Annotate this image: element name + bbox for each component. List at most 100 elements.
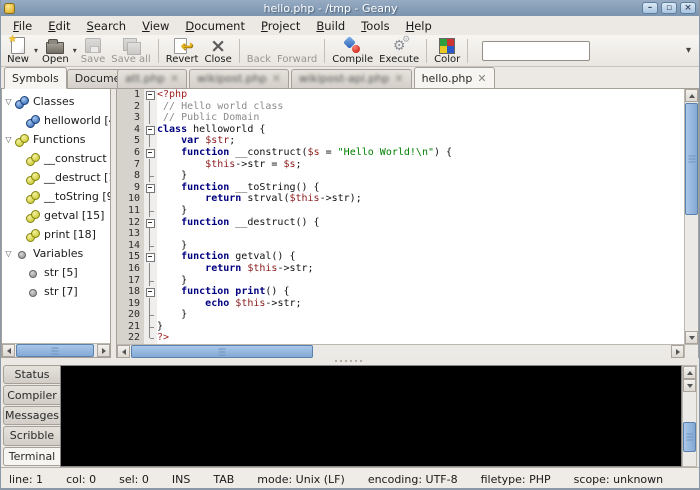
scroll-left-icon[interactable]: [117, 345, 130, 358]
tree-item-label: str [5]: [44, 266, 78, 279]
code-token: function: [181, 251, 229, 262]
bottom-panel-splitter[interactable]: [1, 358, 699, 364]
tree-item-label: Variables: [33, 247, 83, 260]
tree-item-variables[interactable]: ▽ Variables: [2, 244, 110, 263]
code-token: $this: [205, 159, 235, 170]
tab-status[interactable]: Status: [3, 365, 60, 384]
menu-project[interactable]: Project: [254, 17, 307, 35]
close-button[interactable]: Close: [201, 36, 234, 66]
scroll-left-icon[interactable]: [2, 344, 15, 357]
toolbar-separator: [426, 39, 427, 63]
revert-button[interactable]: Revert: [163, 36, 202, 66]
fold-collapse-icon[interactable]: [144, 147, 157, 159]
scroll-right-icon[interactable]: [671, 345, 684, 358]
menu-help[interactable]: Help: [399, 17, 439, 35]
code-token: __construct(: [229, 147, 307, 158]
compile-button[interactable]: Compile: [329, 36, 376, 66]
scroll-up-icon[interactable]: [683, 366, 696, 379]
code-token: class: [157, 124, 187, 135]
terminal-vertical-scrollbar[interactable]: [682, 365, 697, 467]
tab-wikipost-php[interactable]: wikipost.php✕: [189, 69, 289, 88]
tab-close-icon[interactable]: ✕: [170, 74, 179, 83]
terminal-output[interactable]: [60, 365, 682, 467]
open-button[interactable]: Open: [39, 36, 72, 66]
code-token: print: [235, 286, 265, 297]
code-token: $this: [289, 193, 319, 204]
scroll-down-icon[interactable]: [683, 379, 696, 392]
tab-wikipost-api-php[interactable]: wikipost-api.php✕: [291, 69, 412, 88]
tab-compiler[interactable]: Compiler: [3, 385, 60, 404]
tree-expander-icon[interactable]: ▽: [2, 97, 15, 106]
editor-vertical-scrollbar[interactable]: [684, 89, 698, 344]
tree-item-getval-15-[interactable]: getval [15]: [2, 206, 110, 225]
fold-collapse-icon[interactable]: [144, 124, 157, 136]
fold-collapse-icon[interactable]: [144, 217, 157, 229]
editor-horizontal-scrollbar[interactable]: [117, 344, 684, 358]
tree-item-print-18-[interactable]: print [18]: [2, 225, 110, 244]
menu-edit[interactable]: Edit: [41, 17, 77, 35]
close-button[interactable]: ×: [680, 2, 696, 14]
tree-item-str-7-[interactable]: str [7]: [2, 282, 110, 301]
menu-search[interactable]: Search: [80, 17, 134, 35]
toolbar-button-label: Save: [81, 55, 106, 65]
toolbar-search-input[interactable]: [482, 41, 590, 61]
scrollbar-thumb[interactable]: [683, 422, 696, 452]
scroll-down-icon[interactable]: [685, 331, 698, 344]
toolbar-overflow-icon[interactable]: ▾: [686, 45, 691, 56]
scrollbar-thumb[interactable]: [16, 344, 94, 357]
fold-line: [144, 135, 157, 147]
tab-messages[interactable]: Messages: [3, 406, 60, 425]
tree-item--construct-6-[interactable]: __construct [6]: [2, 149, 110, 168]
close-file-icon: [208, 37, 228, 55]
main-area: ▽Classeshelloworld [4]▽Functions__constr…: [1, 89, 699, 358]
titlebar[interactable]: hello.php - /tmp - Geany –▫×: [1, 0, 699, 16]
tab-close-icon[interactable]: ✕: [272, 74, 281, 83]
tree-item--tostring-9-[interactable]: __toString [9]: [2, 187, 110, 206]
tab-scribble[interactable]: Scribble: [3, 426, 60, 445]
tab-att-php[interactable]: att.php✕: [117, 69, 187, 88]
color-button[interactable]: Color: [431, 36, 463, 66]
sidebar-horizontal-scrollbar[interactable]: [2, 343, 110, 357]
tree-expander-icon[interactable]: ▽: [2, 135, 15, 144]
code-view[interactable]: <?php // Hello world class // Public Dom…: [157, 89, 684, 344]
code-line: [157, 228, 684, 240]
menu-build[interactable]: Build: [309, 17, 352, 35]
fold-collapse-icon[interactable]: [144, 251, 157, 263]
menu-document[interactable]: Document: [178, 17, 252, 35]
fold-collapse-icon[interactable]: [144, 182, 157, 194]
menu-tools[interactable]: Tools: [354, 17, 396, 35]
execute-button[interactable]: Execute: [376, 36, 422, 66]
tree-item-helloworld-4-[interactable]: helloworld [4]: [2, 111, 110, 130]
tab-close-icon[interactable]: ✕: [477, 74, 486, 83]
maximize-button[interactable]: ▫: [661, 2, 677, 14]
new-button[interactable]: New: [3, 36, 33, 66]
scrollbar-thumb[interactable]: [685, 103, 698, 215]
tab-symbols[interactable]: Symbols: [4, 67, 67, 89]
minimize-button[interactable]: –: [642, 2, 658, 14]
tab-close-icon[interactable]: ✕: [394, 74, 403, 83]
toolbar-separator: [324, 39, 325, 63]
tree-item-str-5-[interactable]: str [5]: [2, 263, 110, 282]
scrollbar-thumb[interactable]: [131, 345, 313, 358]
menu-file[interactable]: File: [6, 17, 39, 35]
class-icon: [26, 115, 41, 127]
tree-item--destruct-12-[interactable]: __destruct [12]: [2, 168, 110, 187]
code-line: // Public Domain: [157, 112, 684, 124]
code-token: __toString() {: [229, 182, 319, 193]
tree-item-label: helloworld [4]: [44, 114, 110, 127]
scroll-right-icon[interactable]: [97, 344, 110, 357]
fold-collapse-icon[interactable]: [144, 89, 157, 101]
tree-expander-icon[interactable]: ▽: [2, 249, 15, 258]
scroll-up-icon[interactable]: [685, 89, 698, 102]
code-token: [157, 263, 205, 274]
toolbar-button-label: Back: [247, 55, 271, 65]
tree-item-functions[interactable]: ▽Functions: [2, 130, 110, 149]
tab-hello-php[interactable]: hello.php✕: [414, 67, 495, 88]
tree-item-classes[interactable]: ▽Classes: [2, 92, 110, 111]
menu-view[interactable]: View: [135, 17, 176, 35]
tab-terminal[interactable]: Terminal: [3, 447, 60, 466]
fold-collapse-icon[interactable]: [144, 286, 157, 298]
fold-margin[interactable]: [144, 89, 157, 344]
menu-label: elp: [414, 19, 432, 33]
code-token: ?>: [157, 332, 169, 343]
